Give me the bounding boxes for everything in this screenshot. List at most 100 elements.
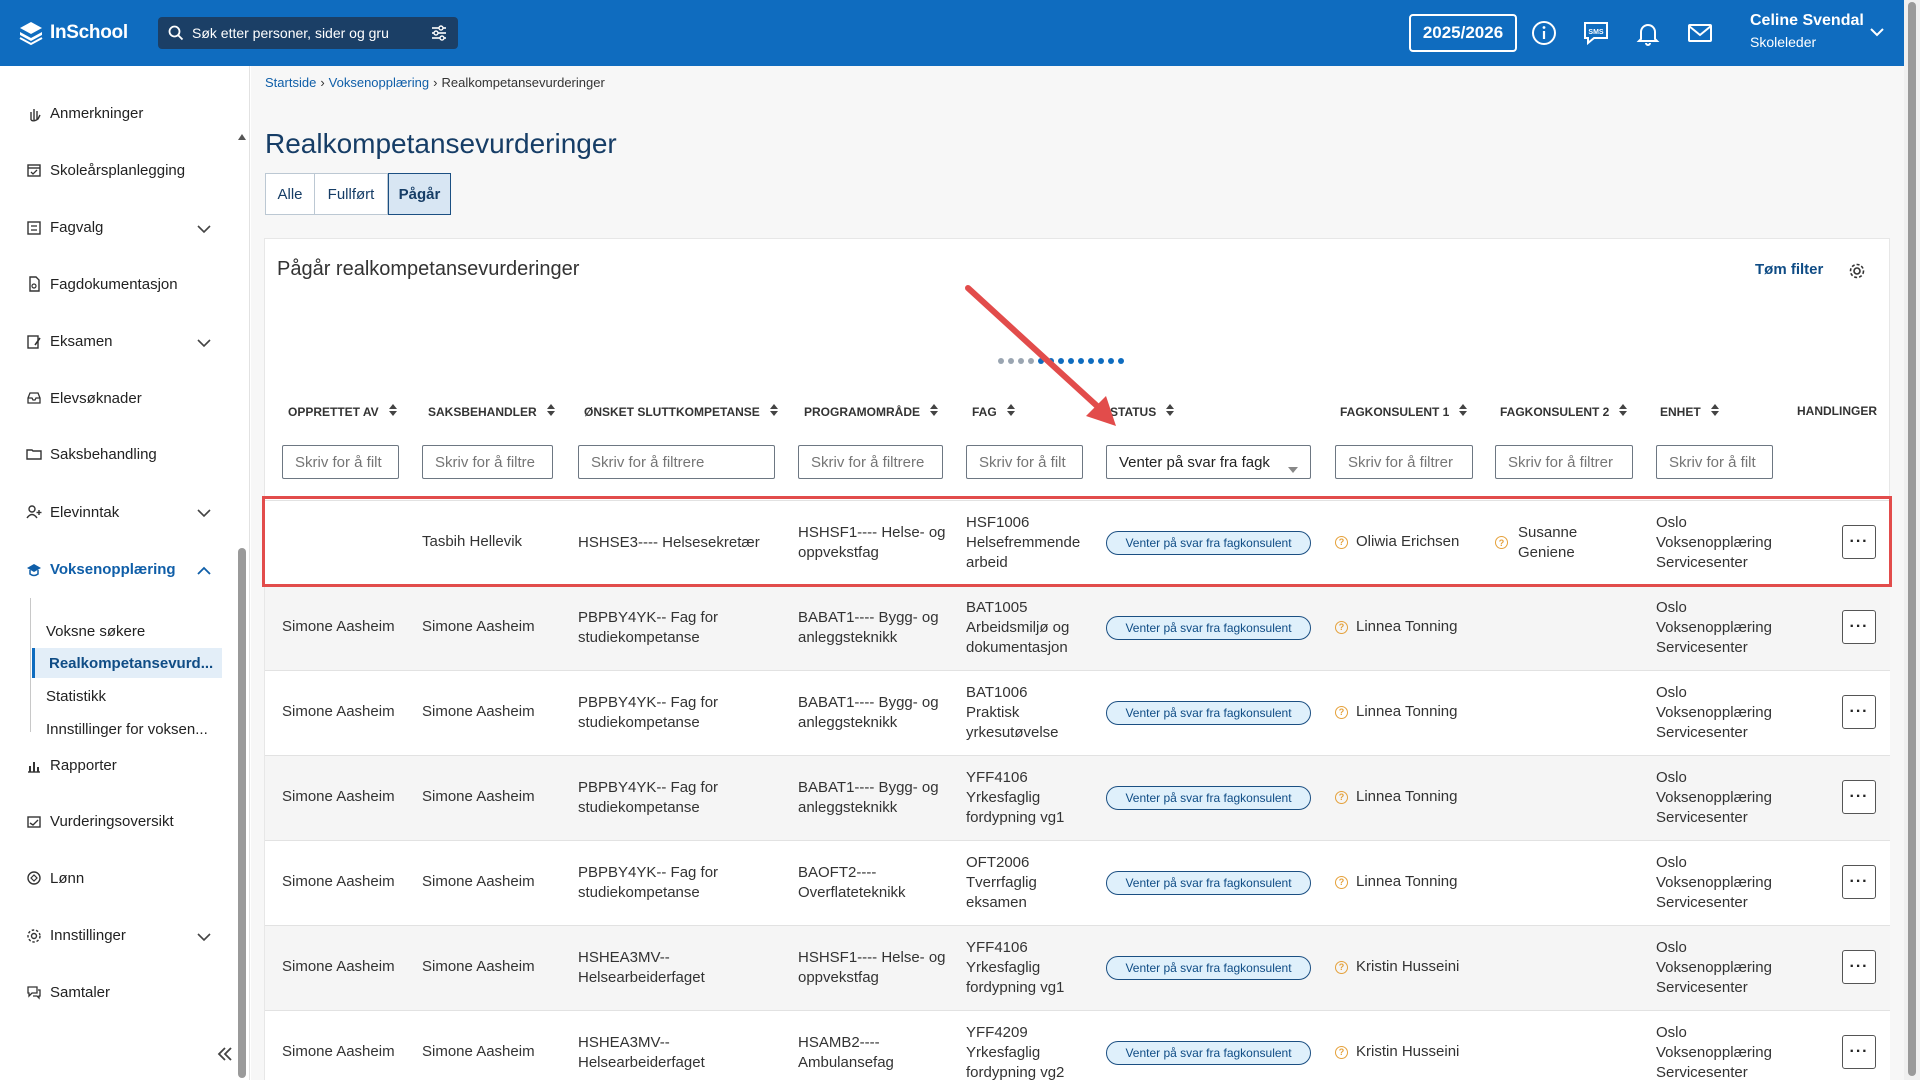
column-header-programomrade[interactable]: PROGRAMOMRÅDE	[804, 404, 938, 419]
cell-fag: YFF4106 Yrkesfaglig fordypning vg1	[966, 768, 1096, 828]
collapse-sidebar-icon[interactable]	[216, 1046, 234, 1067]
search-input[interactable]	[192, 25, 412, 41]
status-filter-value: Venter på svar fra fagk	[1119, 453, 1270, 471]
app-logo[interactable]: InSchool	[18, 20, 140, 46]
row-actions-more-button[interactable]: ···	[1842, 865, 1876, 899]
sort-icon[interactable]	[930, 404, 938, 419]
cell-kompetanse: PBPBY4YK-- Fag for studiekompetanse	[578, 693, 778, 733]
sidebar-scrollbar[interactable]	[236, 132, 248, 1080]
filter-fag[interactable]	[966, 445, 1083, 479]
cell-line: BABAT1---- Bygg- og	[798, 693, 939, 711]
filter-programomrade[interactable]	[798, 445, 943, 479]
table-settings-gear-icon[interactable]	[1848, 262, 1866, 285]
sidebar-item-fagvalg[interactable]: Fagvalg	[26, 216, 211, 240]
sort-icon[interactable]	[1619, 404, 1628, 419]
sort-icon[interactable]	[546, 404, 555, 419]
row-actions-more-button[interactable]: ···	[1842, 950, 1876, 984]
sidebar-item-voksenopplæring[interactable]: Voksenopplæring	[26, 558, 211, 582]
column-header-fagkonsulent-2[interactable]: FAGKONSULENT 2	[1500, 404, 1628, 419]
sidebar-item-elevsøknader[interactable]: Elevsøknader	[26, 386, 211, 410]
sidebar-subitem[interactable]: Innstillinger for voksen...	[46, 714, 222, 744]
user-menu[interactable]: Celine Svendal Skoleleder	[1750, 12, 1864, 50]
sidebar-item-saksbehandling[interactable]: Saksbehandling	[26, 442, 211, 466]
pending-question-icon: ?	[1335, 620, 1348, 634]
sms-icon[interactable]: SMS	[1582, 19, 1610, 47]
search-filter-icon[interactable]	[430, 24, 448, 47]
breadcrumb-home[interactable]: Startside	[265, 75, 316, 90]
filter-opprettet-av[interactable]	[282, 445, 399, 479]
column-header-enhet[interactable]: ENHET	[1660, 404, 1719, 419]
sidebar-item-rapporter[interactable]: Rapporter	[26, 754, 211, 778]
cell-line: BABAT1---- Bygg- og	[798, 778, 939, 796]
column-header-label: ØNSKET SLUTTKOMPETANSE	[584, 404, 760, 419]
sidebar-item-skoleårsplanlegging[interactable]: Skoleårsplanlegging	[26, 158, 211, 182]
sidebar-subitem[interactable]: Realkompetansevurd...	[32, 648, 222, 678]
chevron-down-icon[interactable]	[197, 221, 211, 238]
sidebar-item-vurderingsoversikt[interactable]: Vurderingsoversikt	[26, 810, 211, 834]
sort-icon[interactable]	[388, 404, 397, 419]
chevron-down-icon[interactable]	[197, 335, 211, 352]
global-search	[158, 17, 458, 49]
clear-filter-button[interactable]: Tøm filter	[1755, 261, 1823, 278]
page-scrollbar[interactable]	[1904, 0, 1920, 1080]
tab-pagar[interactable]: Pågår	[388, 173, 451, 215]
cell-line: Overflateteknikk	[798, 883, 906, 901]
sidebar-item-lønn[interactable]: Lønn	[26, 866, 211, 890]
filter-fagkonsulent-2[interactable]	[1495, 445, 1633, 479]
cell-line: Voksenopplæring	[1656, 873, 1772, 891]
sidebar-item-anmerkninger[interactable]: Anmerkninger	[26, 102, 211, 126]
filter-saksbehandler[interactable]	[422, 445, 553, 479]
pending-question-icon: ?	[1335, 1045, 1348, 1059]
sidebar-item-eksamen[interactable]: Eksamen	[26, 330, 211, 354]
sidebar-item-elevinntak[interactable]: Elevinntak	[26, 500, 211, 524]
cell-line: Yrkesfaglig	[966, 958, 1041, 976]
breadcrumb-current: Realkompetansevurderinger	[441, 75, 605, 90]
sidebar-subitem[interactable]: Statistikk	[46, 681, 222, 711]
info-icon[interactable]	[1530, 19, 1558, 47]
cell-line: anleggsteknikk	[798, 628, 898, 646]
cell-enhet: Oslo Voksenopplæring Servicesenter	[1656, 683, 1796, 743]
row-actions-more-button[interactable]: ···	[1842, 610, 1876, 644]
filter-fagkonsulent-1[interactable]	[1335, 445, 1473, 479]
chevron-down-icon[interactable]	[197, 929, 211, 946]
user-menu-chevron-icon[interactable]	[1870, 24, 1884, 42]
filter-enhet[interactable]	[1656, 445, 1773, 479]
cell-fagkonsulent-1: ? Linnea Tonning	[1335, 872, 1457, 892]
school-year-button[interactable]: 2025/2026	[1409, 14, 1517, 52]
row-actions-more-button[interactable]: ···	[1842, 695, 1876, 729]
cell-opprettet-av: Simone Aasheim	[282, 1043, 395, 1060]
status-filter-select[interactable]: Venter på svar fra fagk	[1106, 445, 1311, 479]
fagkonsulent-name: Linnea Tonning	[1356, 788, 1458, 805]
tab-alle[interactable]: Alle	[265, 173, 315, 215]
sidebar-item-label: Fagdokumentasjon	[50, 275, 178, 293]
column-header-saksbehandler[interactable]: SAKSBEHANDLER	[428, 404, 555, 419]
fagkonsulent-name: Linnea Tonning	[1356, 703, 1458, 720]
column-header-fagkonsulent-1[interactable]: FAGKONSULENT 1	[1340, 404, 1468, 419]
bell-icon[interactable]	[1634, 19, 1662, 47]
sidebar-item-samtaler[interactable]: Samtaler	[26, 980, 211, 1004]
sidebar-item-innstillinger[interactable]: Innstillinger	[26, 924, 211, 948]
row-actions-more-button[interactable]: ···	[1842, 1035, 1876, 1069]
mail-icon[interactable]	[1686, 19, 1714, 47]
breadcrumb-separator-icon: ›	[433, 75, 438, 90]
filter-kompetanse[interactable]	[578, 445, 775, 479]
chevron-up-icon[interactable]	[197, 563, 211, 580]
sidebar-item-label: Lønn	[50, 869, 85, 887]
sidebar-item-label: Samtaler	[50, 983, 111, 1001]
sort-icon[interactable]	[1710, 404, 1719, 419]
cell-line: PBPBY4YK-- Fag for	[578, 608, 719, 626]
cell-fag: BAT1005 Arbeidsmiljø og dokumentasjon	[966, 598, 1096, 658]
sidebar-subitem[interactable]: Voksne søkere	[46, 616, 222, 646]
breadcrumb-parent[interactable]: Voksenopplæring	[329, 75, 429, 90]
sort-icon[interactable]	[1166, 404, 1175, 419]
column-header-kompetanse[interactable]: ØNSKET SLUTTKOMPETANSE	[584, 404, 778, 419]
row-actions-more-button[interactable]: ···	[1842, 780, 1876, 814]
sort-icon[interactable]	[769, 404, 778, 419]
sort-icon[interactable]	[1459, 404, 1468, 419]
chevron-down-icon[interactable]	[197, 505, 211, 522]
tab-fullfort[interactable]: Fullført	[315, 173, 388, 215]
sidebar-item-fagdokumentasjon[interactable]: Fagdokumentasjon	[26, 272, 211, 296]
column-header-label: ENHET	[1660, 404, 1701, 419]
column-header-opprettet-av[interactable]: OPPRETTET AV	[288, 404, 397, 419]
chat-icon	[26, 984, 42, 1000]
